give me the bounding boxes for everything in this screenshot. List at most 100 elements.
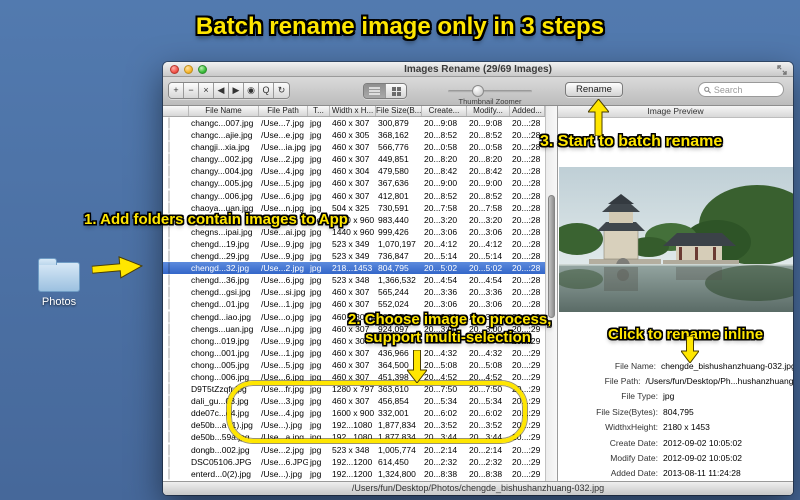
fullscreen-icon[interactable] [777, 65, 787, 75]
toolbar-button-refresh[interactable]: ↻ [274, 83, 289, 98]
table-row[interactable]: chengd...gsi.jpg/Use...si.jpg jpg 460 x 30… [163, 286, 545, 299]
rename-button[interactable]: Rename [565, 82, 623, 97]
column-header[interactable]: File Name [189, 106, 259, 116]
toolbar-button-next[interactable]: ▶ [229, 83, 244, 98]
thumbnail-cell [163, 431, 189, 443]
cell-created: 20...8:52 [424, 190, 458, 201]
table-row[interactable]: chengd...19.jpg/Use...9.jpg jpg 523 x 349 1… [163, 237, 545, 251]
toolbar-button-remove[interactable]: − [184, 83, 199, 98]
table-row[interactable]: changy...002.jpg/Use...2.jpg jpg 460 x 307… [163, 153, 545, 166]
table-row[interactable]: changy...005.jpg/Use...5.jpg jpg 460 x 307… [163, 177, 545, 190]
cell-created: 20...0:58 [424, 142, 458, 153]
column-header[interactable]: Added... [510, 106, 545, 116]
cell-path: /Use...6.jpg [261, 190, 304, 201]
column-header-thumbnail[interactable] [163, 106, 189, 116]
cell-created: 20...8:52 [424, 130, 458, 141]
column-header[interactable]: Width x H... [330, 106, 376, 116]
column-header[interactable]: Create... [422, 106, 467, 116]
cell-dims: 460 x 307 [332, 359, 370, 370]
field-row: Added Date: 2013-08-11 11:24:28 [558, 466, 793, 481]
table-row[interactable]: dongb...002.jpg/Use...2.jpg jpg 523 x 348 1… [163, 443, 545, 456]
thumbnail-cell [163, 311, 189, 323]
cell-dims: 460 x 305 [332, 130, 370, 141]
table-row[interactable]: chengd...01.jpg/Use...1.jpg jpg 460 x 307 5… [163, 298, 545, 311]
cell-created: 20...5:14 [424, 251, 458, 262]
step2-line1: 2. Choose image to process, [348, 311, 552, 328]
cell-dims: 460 x 307 [332, 154, 370, 165]
cell-path: /Use...9.jpg [261, 238, 304, 249]
toolbar-button-add[interactable]: + [169, 83, 184, 98]
photos-folder-icon[interactable] [38, 258, 80, 292]
cell-size: 1,070,197 [378, 238, 416, 249]
search-input[interactable] [713, 84, 778, 95]
table-row[interactable]: changji...xia.jpg/Use...ia.jpg jpg 460 x 3… [163, 141, 545, 154]
field-value-filename[interactable]: chengde_bishushanzhuang-032.jpg [656, 361, 793, 371]
column-header[interactable]: Modify... [467, 106, 510, 116]
cell-size: 479,580 [378, 166, 409, 177]
cell-name: chengd...gsi.jpg [191, 287, 251, 298]
table-row[interactable]: chengd...32.jpg/Use...2.jpg jpg 218...1453… [163, 262, 545, 275]
cell-added: 20...:29 [512, 347, 541, 358]
toolbar-button-quick-look[interactable]: ◉ [244, 83, 259, 98]
slider-knob[interactable] [472, 85, 484, 97]
cell-dims: 460 x 307 [332, 299, 370, 310]
list-view-button[interactable] [364, 84, 385, 98]
thumbnail-cell [163, 238, 189, 250]
scrollbar-thumb[interactable] [548, 195, 555, 318]
column-header[interactable]: File Path [259, 106, 308, 116]
window-titlebar[interactable]: Images Rename (29/69 Images) [163, 62, 793, 77]
search-field[interactable] [698, 82, 784, 97]
close-button[interactable] [170, 65, 179, 74]
cell-type: jpg [310, 359, 322, 370]
table-row[interactable]: changy...006.jpg/Use...6.jpg jpg 460 x 307… [163, 189, 545, 202]
column-header[interactable]: T... [308, 106, 330, 116]
toolbar-button-previous[interactable]: ◀ [214, 83, 229, 98]
field-label: WidthxHeight: [605, 422, 658, 433]
thumbnail-zoomer-slider[interactable] [448, 85, 532, 97]
thumbnail-cell [163, 371, 189, 383]
cell-name: changy...004.jpg [191, 166, 253, 177]
table-row[interactable]: changy...004.jpg/Use...4.jpg jpg 460 x 304… [163, 165, 545, 178]
cell-path: /Use...9.jpg [261, 251, 304, 262]
field-value: /Users/fun/Desktop/Ph...hushanzhuang-032… [645, 376, 793, 387]
file-info-fields: File Name: chengde_bishushanzhuang-032.jp… [558, 358, 793, 481]
cell-type: jpg [310, 178, 322, 189]
cell-size: 1,324,800 [378, 468, 416, 479]
thumbnail-cell [163, 141, 189, 153]
table-row[interactable]: chong...001.jpg/Use...1.jpg jpg 460 x 307 4… [163, 346, 545, 359]
table-row[interactable]: chong...005.jpg/Use...5.jpg jpg 460 x 307 3… [163, 358, 545, 371]
cell-dims: 460 x 307 [332, 178, 370, 189]
cell-dims: 460 x 307 [332, 347, 370, 358]
column-header[interactable]: File Size(B... [376, 106, 422, 116]
cell-type: jpg [310, 299, 322, 310]
cell-type: jpg [310, 142, 322, 153]
cell-modified: 20...4:32 [469, 347, 503, 358]
cell-name: changy...006.jpg [191, 190, 253, 201]
thumbnail-cell [163, 323, 189, 335]
vertical-scrollbar[interactable] [545, 106, 557, 481]
cell-size: 1,366,532 [378, 275, 416, 286]
cell-modified: 20...8:38 [469, 468, 503, 479]
table-row[interactable]: DSC05106.JPG/Use...6.JPG jpg 192...1200 614… [163, 455, 545, 468]
toolbar-button-group: + − × ◀ ▶ ◉ Q ↻ [168, 82, 290, 99]
table-row[interactable]: chengd...36.jpg/Use...6.jpg jpg 523 x 348 1… [163, 274, 545, 287]
table-row[interactable]: changc...ajie.jpg/Use...e.jpg jpg 460 x 30… [163, 129, 545, 142]
cell-size: 983,440 [378, 214, 409, 225]
minimize-button[interactable] [184, 65, 193, 74]
thumbnail-cell [163, 190, 189, 202]
table-row[interactable]: changc...007.jpg/Use...7.jpg jpg 460 x 307… [163, 117, 545, 130]
table-row[interactable]: chengd...29.jpg/Use...9.jpg jpg 523 x 349 7… [163, 250, 545, 263]
field-label: File Size(Bytes): [596, 406, 658, 417]
step3-annotation: 3. Start to batch rename [540, 133, 723, 150]
cell-path: /Use...si.jpg [261, 287, 306, 298]
toolbar-button-delete[interactable]: × [199, 83, 214, 98]
grid-view-button[interactable] [385, 84, 406, 98]
cell-dims: 460 x 307 [332, 190, 370, 201]
cell-created: 20...7:58 [424, 202, 458, 213]
cell-name: chong...019.jpg [191, 335, 250, 346]
toolbar-button-search[interactable]: Q [259, 83, 274, 98]
zoom-button[interactable] [198, 65, 207, 74]
cell-name: changc...007.jpg [191, 118, 254, 128]
step2-annotation: 2. Choose image to process, support mult… [348, 311, 552, 347]
table-row[interactable]: enterd...0(2).jpg/Use...).jpg jpg 192...12… [163, 467, 545, 480]
